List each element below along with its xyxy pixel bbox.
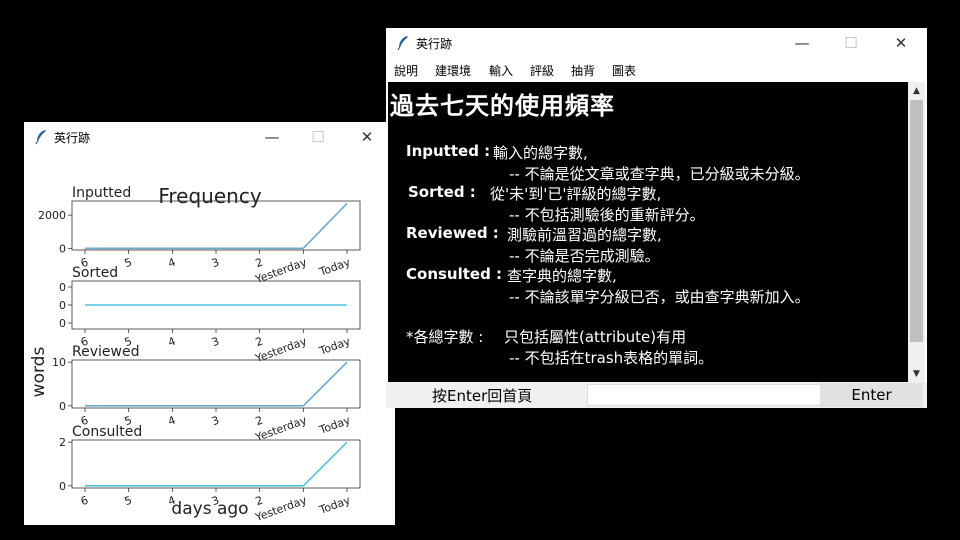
- y-tick-label: 0: [59, 299, 66, 312]
- info-heading: 過去七天的使用頻率: [390, 92, 615, 120]
- enter-button[interactable]: Enter: [820, 383, 923, 407]
- info-text-area[interactable]: 過去七天的使用頻率 Inputted : 輸入的總字數, -- 不論是從文章或查…: [388, 82, 908, 382]
- x-tick-label: 4: [166, 414, 177, 429]
- chart-window-titlebar[interactable]: 英行跡 — ☐ ✕: [24, 122, 395, 152]
- frequency-chart: Frequencydays agowordsInputted020006 5 4 3 2…: [29, 184, 361, 524]
- label-totals: *各總字數 :: [406, 328, 484, 346]
- series-label: Consulted: [72, 424, 142, 440]
- x-tick-label: 4: [166, 256, 177, 271]
- info-window-titlebar[interactable]: 英行跡 — ☐ ✕: [386, 28, 927, 58]
- label-reviewed: Reviewed :: [406, 224, 499, 242]
- bottom-bar: 按Enter回首頁 Enter: [386, 382, 927, 408]
- y-tick-label: 0: [59, 281, 66, 294]
- desc-reviewed: 測驗前溫習過的總字數,: [507, 226, 662, 244]
- command-entry[interactable]: [587, 384, 821, 406]
- menu-grade[interactable]: 評級: [530, 62, 554, 79]
- vertical-scrollbar[interactable]: ▲ ▼: [908, 82, 925, 382]
- x-tick-label: 2: [254, 256, 265, 271]
- x-tick-label: 2: [254, 414, 265, 429]
- y-tick-label: 10: [52, 356, 66, 369]
- plot-frame: [71, 200, 361, 251]
- desc-consulted: 查字典的總字數,: [507, 267, 617, 285]
- series-label: Inputted: [72, 185, 131, 201]
- maximize-button[interactable]: ☐: [295, 122, 341, 152]
- x-tick-label: Today: [317, 334, 353, 358]
- feather-icon: [397, 36, 408, 51]
- menu-recite[interactable]: 抽背: [571, 62, 595, 79]
- x-tick-label: 4: [166, 335, 177, 350]
- y-tick-label: 0: [59, 400, 66, 413]
- desc-sorted: 從'未'到'已'評級的總字數,: [490, 185, 662, 203]
- note-inputted: -- 不論是從文章或查字典，已分級或未分級。: [509, 165, 810, 183]
- x-tick-label: 3: [210, 414, 221, 429]
- y-tick-label: 0: [59, 242, 66, 255]
- chart-window: 英行跡 — ☐ ✕ Frequency days ago words Inputted…: [24, 122, 395, 525]
- x-tick-label: 2: [254, 494, 265, 509]
- y-axis-label: words: [29, 347, 49, 398]
- series-line: [85, 361, 348, 407]
- info-window: 英行跡 — ☐ ✕ 說明 建環境 輸入 評級 抽背 圖表 過去七天的使用頻率 I…: [386, 28, 927, 408]
- chart-canvas: Frequency days ago words Inputted 0 2000 6 5 4 3 2…: [24, 152, 395, 525]
- minimize-button[interactable]: —: [249, 122, 295, 152]
- x-tick-label: 6: [79, 494, 90, 509]
- x-tick-label: Today: [317, 255, 353, 279]
- x-tick-label: Today: [317, 413, 353, 437]
- y-tick-label: 0: [59, 317, 66, 330]
- chart-title: Frequency: [158, 184, 261, 208]
- minimize-button[interactable]: —: [779, 28, 825, 58]
- series-line: [85, 441, 348, 487]
- x-tick-label: 5: [123, 494, 134, 509]
- x-tick-label: 3: [210, 256, 221, 271]
- x-tick-label: 3: [210, 335, 221, 350]
- menu-input[interactable]: 輸入: [489, 62, 513, 79]
- x-axis-label: days ago: [171, 499, 248, 519]
- menu-chart[interactable]: 圖表: [612, 62, 636, 79]
- label-sorted: Sorted :: [408, 183, 476, 201]
- label-consulted: Consulted :: [406, 265, 503, 283]
- y-tick-label: 2000: [38, 209, 66, 222]
- y-tick-label: 2: [59, 436, 66, 449]
- scroll-down-icon[interactable]: ▼: [908, 365, 925, 382]
- desc-inputted: 輸入的總字數,: [493, 144, 588, 162]
- series-label: Sorted: [72, 265, 118, 281]
- menu-help[interactable]: 說明: [394, 62, 418, 79]
- chart-window-title: 英行跡: [54, 131, 91, 145]
- menu-bar: 說明 建環境 輸入 評級 抽背 圖表: [386, 58, 927, 80]
- x-tick-label: Today: [317, 493, 353, 517]
- plot-frame: [71, 439, 361, 489]
- desc-totals: 只包括屬性(attribute)有用: [504, 328, 687, 346]
- maximize-button[interactable]: ☐: [828, 28, 874, 58]
- scroll-thumb[interactable]: [910, 100, 923, 342]
- close-button[interactable]: ✕: [878, 28, 924, 58]
- x-tick-label: 2: [254, 335, 265, 350]
- note-consulted: -- 不論該單字分級已否，或由查字典新加入。: [509, 288, 810, 306]
- note-reviewed: -- 不論是否完成測驗。: [509, 247, 660, 265]
- info-window-title: 英行跡: [416, 37, 453, 51]
- note-sorted: -- 不包括測驗後的重新評分。: [509, 206, 705, 224]
- plot-frame: [71, 359, 361, 409]
- label-inputted: Inputted :: [406, 142, 491, 160]
- enter-hint-label: 按Enter回首頁: [432, 387, 533, 405]
- x-tick-label: 5: [123, 256, 134, 271]
- series-label: Reviewed: [72, 344, 139, 360]
- series-line: [85, 202, 348, 250]
- feather-icon: [35, 130, 46, 145]
- menu-build[interactable]: 建環境: [435, 62, 471, 79]
- scroll-up-icon[interactable]: ▲: [908, 82, 925, 99]
- y-tick-label: 0: [59, 480, 66, 493]
- close-button[interactable]: ✕: [344, 122, 390, 152]
- note-totals: -- 不包括在trash表格的單詞。: [509, 349, 714, 367]
